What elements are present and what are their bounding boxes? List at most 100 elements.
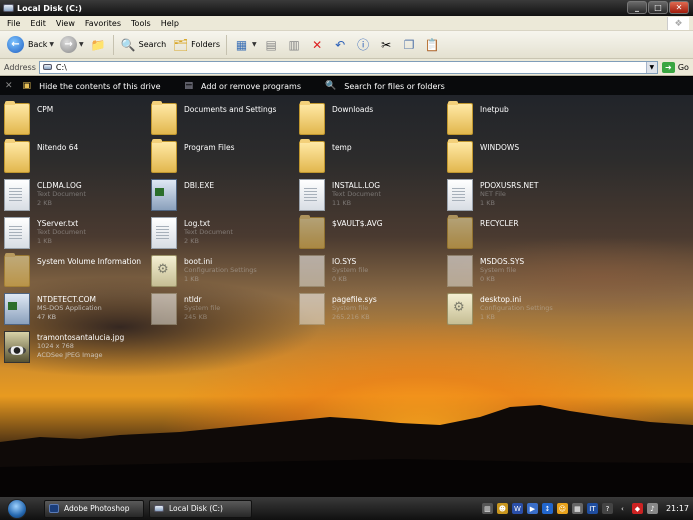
menu-edit[interactable]: Edit xyxy=(25,19,51,28)
speaker-icon[interactable]: ♪ xyxy=(646,503,658,514)
smiley-icon[interactable]: ☺ xyxy=(556,503,568,514)
file-meta: Log.txt Text Document 2 KB xyxy=(184,219,233,246)
delete-button[interactable]: ✕ xyxy=(306,33,329,57)
copy-to-button[interactable]: ▥ xyxy=(283,33,306,57)
folders-button[interactable]: 🗂 Folders xyxy=(169,33,223,57)
go-button[interactable]: ➜ Go xyxy=(661,61,689,73)
file-name: ntldr xyxy=(184,295,202,304)
undo-icon: ↶ xyxy=(335,37,346,52)
file-item[interactable]: CLDMA.LOG Text Document 2 KB xyxy=(4,177,150,213)
file-meta: CPM xyxy=(37,105,53,114)
file-name: Program Files xyxy=(184,143,235,152)
chevron-down-icon[interactable]: ▼ xyxy=(645,61,657,73)
file-item[interactable]: System Volume Information xyxy=(4,253,150,289)
file-item[interactable]: WINDOWS xyxy=(447,139,593,175)
back-label: Back xyxy=(28,40,48,49)
arrows-icon[interactable]: ↕ xyxy=(541,503,553,514)
system-file-icon xyxy=(299,293,325,325)
task-hide-contents[interactable]: ▣ Hide the contents of this drive xyxy=(23,81,161,91)
file-name: Inetpub xyxy=(480,105,509,114)
file-item[interactable]: boot.iniConfiguration Settings1 KB xyxy=(151,253,297,289)
text-document-icon xyxy=(4,179,30,211)
chevron-down-icon[interactable]: ▼ xyxy=(49,41,54,48)
copy-button[interactable]: ❐ xyxy=(398,33,421,57)
taskbar-item-photoshop[interactable]: Adobe Photoshop xyxy=(44,499,144,518)
menu-view[interactable]: View xyxy=(51,19,80,28)
close-icon[interactable]: ✕ xyxy=(5,81,13,91)
language-icon[interactable]: IT xyxy=(586,503,598,514)
messenger-icon[interactable]: ☻ xyxy=(496,503,508,514)
file-item[interactable]: PDOXUSRS.NET NET File 1 KB xyxy=(447,177,593,213)
file-item[interactable]: NTDETECT.COM MS-DOS Application 47 KB xyxy=(4,291,150,327)
file-item[interactable]: YServer.txt Text Document 1 KB xyxy=(4,215,150,251)
windows-media-icon[interactable]: ▶ xyxy=(526,503,538,514)
minimize-button[interactable]: _ xyxy=(627,1,647,14)
file-item[interactable]: temp xyxy=(299,139,445,175)
file-item[interactable]: Inetpub xyxy=(447,101,593,137)
file-item[interactable]: pagefile.sys System file 265.216 KB xyxy=(299,291,445,327)
views-button[interactable]: ▦ ▼ xyxy=(230,33,260,57)
help-icon[interactable]: ? xyxy=(601,503,613,514)
file-type: Text Document xyxy=(332,190,381,198)
file-meta: Documents and Settings xyxy=(184,105,276,114)
file-item[interactable]: RECYCLER xyxy=(447,215,593,251)
maximize-button[interactable]: □ xyxy=(648,1,668,14)
chevron-down-icon[interactable]: ▼ xyxy=(79,41,84,48)
file-name: YServer.txt xyxy=(37,219,79,228)
undo-button[interactable]: ↶ xyxy=(329,33,352,57)
task-strip: ✕ ▣ Hide the contents of this drive ▤ Ad… xyxy=(0,77,693,95)
word-icon[interactable]: W xyxy=(511,503,523,514)
antivirus-icon[interactable]: ◆ xyxy=(631,503,643,514)
network-icon[interactable]: ▥ xyxy=(481,503,493,514)
menu-tools[interactable]: Tools xyxy=(126,19,156,28)
search-button[interactable]: 🔍 Search xyxy=(117,33,169,57)
file-item[interactable]: MSDOS.SYS System file 0 KB xyxy=(447,253,593,289)
keyboard-icon[interactable]: ▦ xyxy=(571,503,583,514)
file-item[interactable]: INSTALL.LOG Text Document 11 KB xyxy=(299,177,445,213)
chevron-down-icon[interactable]: ▼ xyxy=(252,41,257,48)
file-item[interactable]: Documents and Settings xyxy=(151,101,297,137)
menu-help[interactable]: Help xyxy=(156,19,184,28)
task-search-files[interactable]: 🔍 Search for files or folders xyxy=(325,81,445,91)
file-type: Text Document xyxy=(37,228,86,236)
photoshop-icon xyxy=(49,504,59,513)
folder-icon xyxy=(4,139,30,173)
file-meta: desktop.ini Configuration Settings 1 KB xyxy=(480,295,553,322)
back-button[interactable]: ← Back ▼ xyxy=(4,33,57,57)
move-to-button[interactable]: ▤ xyxy=(260,33,283,57)
file-item[interactable]: CPM xyxy=(4,101,150,137)
file-item[interactable]: DBI.EXE xyxy=(151,177,297,213)
forward-button[interactable]: → ▼ xyxy=(57,33,87,57)
file-type: MS-DOS Application xyxy=(37,304,102,312)
file-item[interactable]: desktop.iniConfiguration Settings1 KB xyxy=(447,291,593,327)
file-item[interactable]: Nitendo 64 xyxy=(4,139,150,175)
folder-icon xyxy=(447,101,473,135)
start-button[interactable] xyxy=(0,497,34,520)
file-item[interactable]: IO.SYS System file 0 KB xyxy=(299,253,445,289)
file-size: ACDSee JPEG Image xyxy=(37,351,103,359)
up-folder-button[interactable]: 📁 xyxy=(87,33,110,57)
chevron-left-icon[interactable]: ‹ xyxy=(617,503,628,514)
file-item[interactable]: Program Files xyxy=(151,139,297,175)
file-name: IO.SYS xyxy=(332,257,357,266)
folder-icon xyxy=(151,139,177,173)
file-item[interactable]: $VAULT$.AVG xyxy=(299,215,445,251)
toolbar-separator xyxy=(226,34,228,55)
file-item[interactable]: Log.txt Text Document 2 KB xyxy=(151,215,297,251)
window-title: Local Disk (C:) xyxy=(17,3,82,13)
menu-file[interactable]: File xyxy=(2,19,25,28)
properties-button[interactable]: ⓘ xyxy=(352,33,375,57)
file-item[interactable]: tramontosantalucia.jpg 1024 x 768 ACDSee J… xyxy=(4,329,150,365)
paste-button[interactable]: 📋 xyxy=(421,33,444,57)
file-item[interactable]: ntldr System file 245 KB xyxy=(151,291,297,327)
taskbar-item-local-disk[interactable]: Local Disk (C:) xyxy=(149,499,252,518)
menu-favorites[interactable]: Favorites xyxy=(80,19,126,28)
task-label: Hide the contents of this drive xyxy=(39,81,161,91)
file-item[interactable]: Downloads xyxy=(299,101,445,137)
close-button[interactable]: ✕ xyxy=(669,1,689,14)
file-name: System Volume Information xyxy=(37,257,142,266)
title-bar: Local Disk (C:) _ □ ✕ xyxy=(0,0,693,16)
cut-button[interactable]: ✂ xyxy=(375,33,398,57)
address-input[interactable]: C:\ ▼ xyxy=(38,60,658,74)
task-add-remove-programs[interactable]: ▤ Add or remove programs xyxy=(185,81,302,91)
